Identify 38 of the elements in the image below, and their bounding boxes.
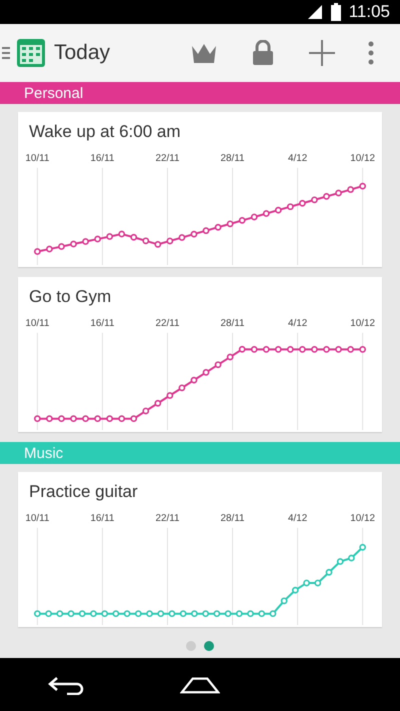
page-indicator-dot[interactable] <box>186 641 196 651</box>
axis-label: 28/11 <box>220 318 245 329</box>
home-icon[interactable] <box>180 674 220 694</box>
signal-icon <box>306 4 323 20</box>
menu-icon[interactable] <box>2 46 10 60</box>
axis-label: 10/12 <box>350 152 376 164</box>
axis-label: 28/11 <box>220 152 245 164</box>
calendar-icon[interactable] <box>16 38 46 68</box>
axis-label: 22/11 <box>155 152 180 164</box>
axis-label: 22/11 <box>155 318 180 329</box>
habit-title: Wake up at 6:00 am <box>29 122 181 142</box>
axis-label: 4/12 <box>288 152 308 164</box>
axis-label: 10/11 <box>25 152 50 164</box>
habit-title: Go to Gym <box>29 287 112 307</box>
habit-title: Practice guitar <box>29 482 138 502</box>
axis-label: 16/11 <box>90 318 114 329</box>
battery-icon <box>330 3 341 21</box>
clock-time: 11:05 <box>348 2 390 22</box>
axis-label: 10/12 <box>350 318 376 329</box>
habit-card[interactable]: Wake up at 6:00 am 10/11 16/11 22/11 28/11 4/12 10/12 <box>18 112 382 267</box>
axis-label: 16/11 <box>90 512 114 524</box>
axis-label: 10/11 <box>25 512 50 524</box>
section-name: Personal <box>24 84 84 102</box>
axis-label: 4/12 <box>288 512 308 524</box>
axis-label: 10/11 <box>25 318 50 329</box>
axis-label: 4/12 <box>288 318 308 329</box>
axis-label: 16/11 <box>90 152 114 164</box>
plus-icon[interactable] <box>309 40 335 66</box>
habit-card[interactable]: Practice guitar 10/11 16/11 22/11 28/11 4/12 10/12 <box>18 472 382 627</box>
habit-card[interactable]: Go to Gym 10/11 16/11 22/11 28/11 4/12 10/12 <box>18 277 382 432</box>
axis-label: 22/11 <box>155 512 180 524</box>
axis-label: 10/12 <box>350 512 376 524</box>
overflow-menu-icon[interactable] <box>368 41 374 65</box>
page-indicator-dot[interactable] <box>204 641 214 651</box>
section-name: Music <box>24 444 64 462</box>
screen-title: Today <box>54 41 110 65</box>
lock-icon[interactable] <box>250 40 276 66</box>
axis-label: 28/11 <box>220 512 245 524</box>
